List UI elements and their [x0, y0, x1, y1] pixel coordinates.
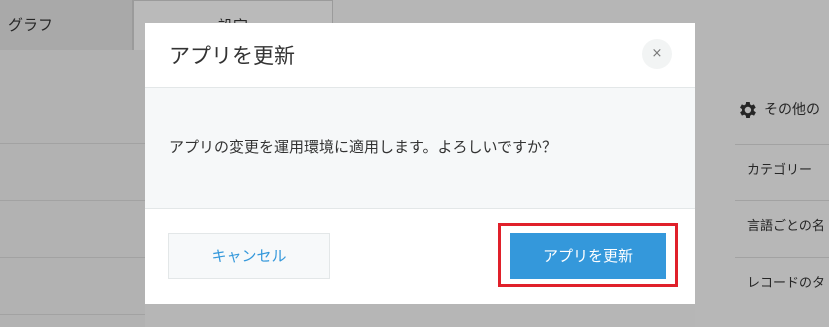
cancel-button[interactable]: キャンセル — [168, 233, 330, 279]
update-app-dialog: アプリを更新 × アプリの変更を運用環境に適用します。よろしいですか？ キャンセ… — [145, 23, 695, 304]
dialog-title: アプリを更新 — [169, 44, 295, 68]
dialog-footer: キャンセル アプリを更新 — [145, 209, 695, 304]
update-app-button[interactable]: アプリを更新 — [510, 233, 666, 279]
dialog-header: アプリを更新 × — [145, 23, 695, 88]
close-icon[interactable]: × — [642, 39, 672, 69]
dialog-message: アプリの変更を運用環境に適用します。よろしいですか？ — [169, 138, 558, 156]
dialog-body: アプリの変更を運用環境に適用します。よろしいですか？ — [145, 88, 695, 209]
